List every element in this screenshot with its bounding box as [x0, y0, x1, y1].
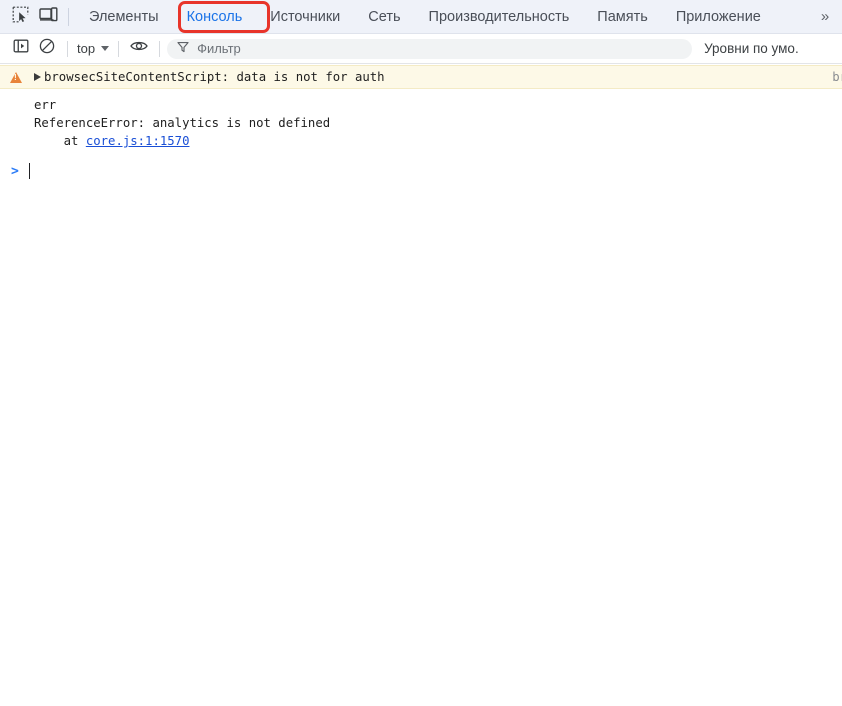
console-message-list: browsecSiteContentScript: data is not fo…	[0, 65, 842, 706]
console-warning-message[interactable]: browsecSiteContentScript: data is not fo…	[0, 65, 842, 89]
filter-input-wrapper[interactable]: Фильтр	[167, 38, 693, 59]
inspect-element-button[interactable]	[6, 4, 34, 30]
console-sidebar-toggle-button[interactable]	[8, 37, 34, 61]
console-prompt[interactable]: >	[0, 161, 842, 181]
tab-console[interactable]: Консоль	[173, 0, 257, 33]
clear-console-icon	[39, 38, 55, 59]
filter-icon	[177, 40, 189, 58]
tab-elements[interactable]: Элементы	[75, 0, 173, 33]
execution-context-label: top	[77, 41, 96, 56]
warning-message-source[interactable]: br	[832, 70, 842, 84]
warning-message-text: browsecSiteContentScript: data is not fo…	[44, 70, 385, 84]
console-toolbar-divider-1	[67, 40, 68, 57]
stack-line-2: at core.js:1:1570	[0, 132, 842, 150]
console-toolbar-divider-2	[118, 40, 120, 57]
live-expression-button[interactable]	[126, 37, 152, 61]
toolbar-divider	[68, 7, 69, 26]
stack-line-0: err	[34, 98, 57, 112]
more-tabs-button[interactable]: »	[808, 0, 842, 33]
console-toolbar: top Фильтр Уровни по умо.	[0, 34, 842, 64]
console-error-stack: err ReferenceError: analytics is not def…	[0, 89, 842, 150]
prompt-text-caret[interactable]	[28, 163, 30, 179]
tab-memory[interactable]: Память	[583, 0, 662, 33]
device-toolbar-icon	[38, 6, 58, 28]
filter-input[interactable]: Фильтр	[197, 41, 241, 56]
disclosure-triangle-icon[interactable]	[34, 73, 41, 81]
clear-console-button[interactable]	[34, 37, 60, 61]
chevron-down-icon	[101, 46, 110, 51]
inspect-element-icon	[12, 6, 29, 28]
panel-tabs: Элементы Консоль Источники Сеть Производ…	[75, 0, 842, 33]
log-levels-dropdown[interactable]: Уровни по умо.	[704, 41, 799, 56]
live-expression-icon	[130, 39, 148, 58]
device-toolbar-button[interactable]	[34, 4, 62, 30]
console-sidebar-icon	[13, 38, 29, 59]
console-toolbar-divider-3	[159, 40, 161, 57]
stack-line-1: ReferenceError: analytics is not defined	[34, 116, 331, 130]
execution-context-selector[interactable]: top	[75, 41, 111, 56]
tab-sources[interactable]: Источники	[256, 0, 354, 33]
stack-source-link[interactable]: core.js:1:1570	[86, 134, 190, 148]
tab-application[interactable]: Приложение	[662, 0, 775, 33]
tab-network[interactable]: Сеть	[354, 0, 414, 33]
tab-performance[interactable]: Производительность	[415, 0, 584, 33]
devtools-tab-bar: Элементы Консоль Источники Сеть Производ…	[0, 0, 842, 34]
warning-icon	[10, 71, 22, 83]
prompt-chevron-icon: >	[11, 163, 19, 179]
stack-at-label: at	[34, 134, 86, 148]
